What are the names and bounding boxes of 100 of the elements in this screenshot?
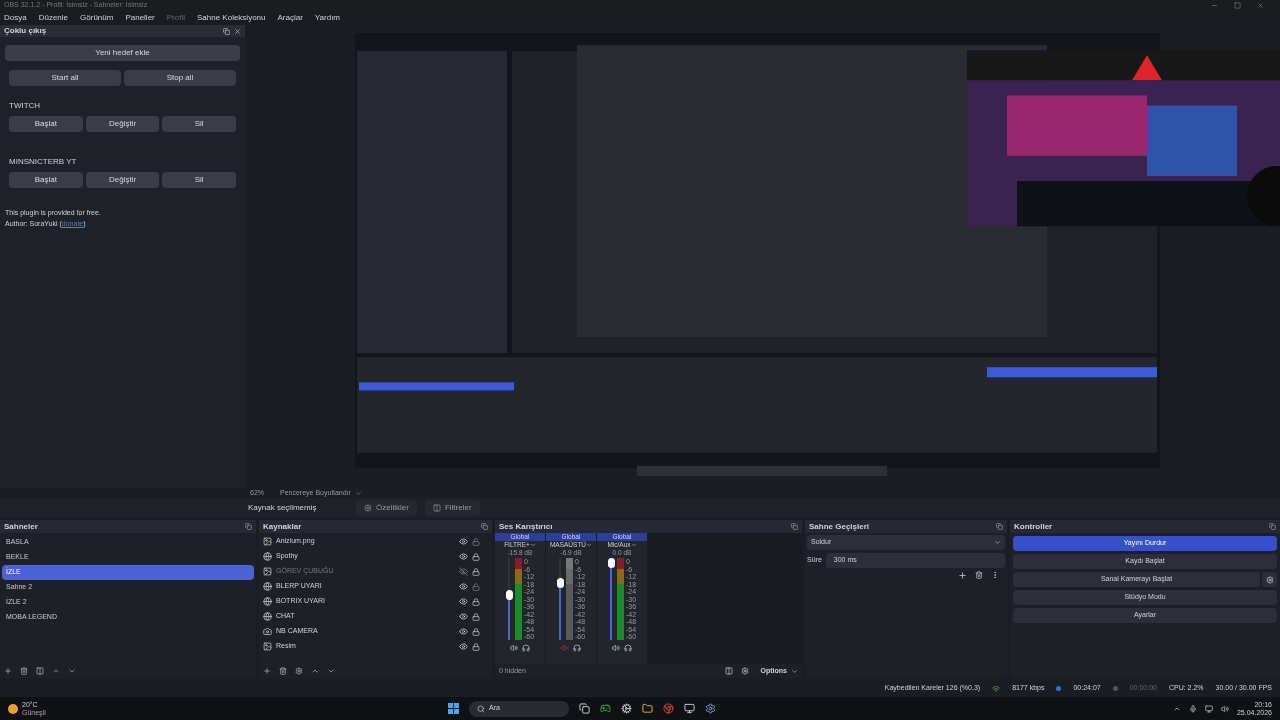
more-icon[interactable] — [991, 571, 999, 579]
menu-item[interactable]: Araçlar — [277, 12, 303, 24]
monitor-icon[interactable] — [684, 703, 695, 714]
button[interactable]: Stop all — [124, 70, 236, 86]
headphones-icon[interactable] — [624, 644, 632, 652]
dock-title: Sahne Geçişleri — [809, 520, 870, 533]
unlock-icon[interactable] — [472, 582, 480, 591]
eye-icon[interactable] — [459, 537, 468, 546]
headphones-icon[interactable] — [522, 644, 530, 652]
target-name: MINSNICTERB YT — [9, 156, 78, 168]
float-icon[interactable] — [245, 523, 252, 530]
caret-icon — [630, 542, 637, 548]
caret-icon — [791, 667, 798, 675]
float-icon[interactable] — [223, 27, 230, 35]
caret-icon — [586, 542, 593, 548]
settings-icon[interactable] — [705, 703, 716, 714]
start-icon[interactable] — [448, 703, 459, 714]
signal-icon — [992, 684, 1001, 693]
globe-icon — [263, 582, 272, 591]
minimize-icon[interactable] — [1211, 2, 1218, 9]
button[interactable]: Yeni hedef ekle — [5, 45, 240, 61]
settings-button[interactable] — [1262, 572, 1277, 587]
display-icon[interactable] — [1204, 704, 1213, 713]
volume-slider[interactable] — [505, 558, 513, 640]
microphone-icon[interactable] — [1188, 704, 1197, 713]
delete-icon[interactable] — [975, 571, 983, 579]
gear-icon[interactable] — [621, 703, 632, 714]
target-name: TWITCH — [9, 100, 42, 112]
unlock-icon[interactable] — [472, 537, 480, 546]
lock-icon[interactable] — [472, 612, 480, 621]
menu-item[interactable]: Düzenle — [38, 12, 69, 24]
lock-icon[interactable] — [472, 642, 480, 651]
button[interactable]: Değiştir — [85, 116, 160, 132]
dock-title: Kontroller — [1014, 520, 1053, 533]
float-icon[interactable] — [1269, 523, 1276, 530]
settings-icon[interactable] — [295, 667, 303, 675]
close-icon[interactable] — [1257, 2, 1264, 9]
down-icon[interactable] — [327, 667, 335, 675]
menu-item[interactable]: Paneller — [125, 12, 155, 24]
speaker-icon[interactable] — [510, 644, 518, 652]
eye-icon[interactable] — [459, 597, 468, 606]
button[interactable]: Sil — [162, 116, 236, 132]
gamepad-icon[interactable] — [600, 703, 611, 714]
float-icon[interactable] — [481, 523, 488, 530]
delete-icon[interactable] — [20, 667, 28, 675]
button[interactable]: Başlat — [9, 172, 83, 188]
eye-icon[interactable] — [459, 627, 468, 636]
add-icon[interactable] — [263, 667, 271, 675]
lock-icon[interactable] — [472, 597, 480, 606]
eye-icon[interactable] — [459, 642, 468, 651]
image-icon — [263, 537, 272, 546]
gear-icon — [1265, 575, 1274, 584]
button[interactable]: Değiştir — [85, 172, 160, 188]
float-icon[interactable] — [996, 523, 1003, 530]
eye-off-icon[interactable] — [459, 567, 468, 576]
folder-icon[interactable] — [642, 703, 653, 714]
float-icon[interactable] — [791, 523, 798, 530]
button[interactable]: Başlat — [9, 116, 83, 132]
image-icon — [263, 567, 272, 576]
eye-icon[interactable] — [459, 612, 468, 621]
globe-icon — [263, 597, 272, 606]
lock-icon[interactable] — [472, 627, 480, 636]
camera-icon — [263, 627, 272, 636]
up-icon[interactable] — [311, 667, 319, 675]
properties-button[interactable]: Özellikler — [356, 500, 417, 516]
eye-icon[interactable] — [459, 552, 468, 561]
filters-button[interactable]: Filtreler — [424, 500, 480, 516]
caret-icon — [529, 542, 536, 548]
menu-item[interactable]: Sahne Koleksiyonu — [197, 12, 266, 24]
layout-icon[interactable] — [724, 667, 733, 675]
add-icon[interactable] — [4, 667, 12, 675]
speaker-icon[interactable] — [1220, 704, 1229, 713]
caret-icon — [354, 489, 362, 497]
menu-item[interactable]: Dosya — [4, 12, 27, 24]
speaker-icon[interactable] — [612, 644, 620, 652]
caret-icon — [994, 539, 1001, 546]
globe-icon — [263, 612, 272, 621]
settings-icon[interactable] — [740, 667, 749, 675]
headphones-icon[interactable] — [573, 644, 581, 652]
taskview-icon[interactable] — [579, 703, 590, 714]
eye-icon[interactable] — [459, 582, 468, 591]
browser-icon[interactable] — [663, 703, 674, 714]
lock-icon[interactable] — [472, 567, 480, 576]
dock-title: Çoklu çıkış — [4, 25, 47, 37]
lock-icon[interactable] — [472, 552, 480, 561]
weather-icon — [8, 703, 18, 714]
volume-slider[interactable] — [607, 558, 615, 640]
search-icon — [477, 704, 485, 713]
gear-icon — [364, 504, 372, 512]
down-icon[interactable] — [68, 667, 76, 675]
filter-icon[interactable] — [36, 667, 44, 675]
add-icon[interactable] — [958, 571, 967, 580]
menu-item[interactable]: Görünüm — [80, 12, 114, 24]
button[interactable]: Sil — [162, 172, 236, 188]
menu-item[interactable]: Yardım — [314, 12, 341, 24]
maximize-icon[interactable] — [1234, 2, 1241, 9]
up-icon[interactable] — [52, 667, 60, 675]
button[interactable]: Start all — [9, 70, 121, 86]
volume-slider[interactable] — [556, 558, 564, 640]
delete-icon[interactable] — [279, 667, 287, 675]
